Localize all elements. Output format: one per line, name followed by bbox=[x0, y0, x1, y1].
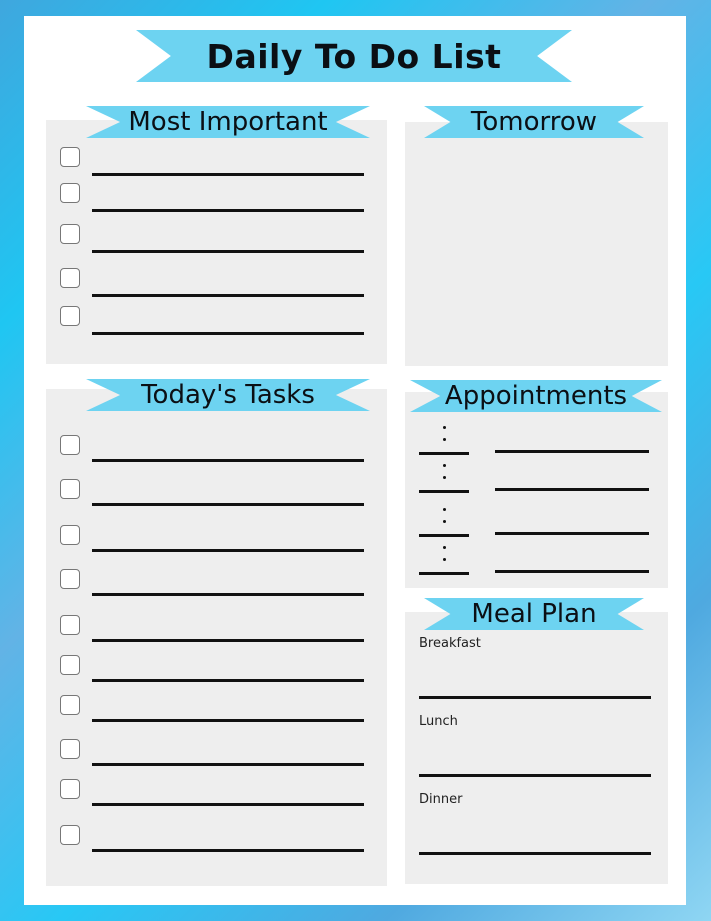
write-line[interactable] bbox=[92, 763, 364, 766]
time-colon-dot bbox=[443, 546, 446, 549]
write-line[interactable] bbox=[92, 679, 364, 682]
tomorrow-banner: Tomorrow bbox=[424, 106, 644, 138]
write-line[interactable] bbox=[92, 549, 364, 552]
write-line[interactable] bbox=[92, 639, 364, 642]
meal-line[interactable] bbox=[419, 774, 651, 777]
appointment-line[interactable] bbox=[495, 450, 649, 453]
checkbox[interactable] bbox=[60, 695, 80, 715]
write-line[interactable] bbox=[92, 593, 364, 596]
checkbox[interactable] bbox=[60, 779, 80, 799]
time-colon-dot bbox=[443, 438, 446, 441]
most-important-panel bbox=[46, 120, 387, 364]
time-colon-dot bbox=[443, 464, 446, 467]
meal-plan-panel: Breakfast Lunch Dinner bbox=[405, 612, 668, 884]
meal-label: Lunch bbox=[419, 714, 458, 729]
write-line[interactable] bbox=[92, 459, 364, 462]
checkbox[interactable] bbox=[60, 615, 80, 635]
meal-line[interactable] bbox=[419, 852, 651, 855]
checkbox[interactable] bbox=[60, 825, 80, 845]
checkbox[interactable] bbox=[60, 147, 80, 167]
write-line[interactable] bbox=[92, 294, 364, 297]
meal-label: Breakfast bbox=[419, 636, 481, 651]
time-colon-dot bbox=[443, 558, 446, 561]
checkbox[interactable] bbox=[60, 569, 80, 589]
most-important-banner: Most Important bbox=[86, 106, 370, 138]
checkbox[interactable] bbox=[60, 655, 80, 675]
meal-plan-heading: Meal Plan bbox=[471, 599, 597, 629]
checkbox[interactable] bbox=[60, 183, 80, 203]
checkbox[interactable] bbox=[60, 224, 80, 244]
time-line[interactable] bbox=[419, 452, 469, 455]
time-line[interactable] bbox=[419, 490, 469, 493]
checkbox[interactable] bbox=[60, 435, 80, 455]
todays-tasks-banner: Today's Tasks bbox=[86, 379, 370, 411]
time-colon-dot bbox=[443, 426, 446, 429]
checkbox[interactable] bbox=[60, 739, 80, 759]
write-line[interactable] bbox=[92, 719, 364, 722]
write-line[interactable] bbox=[92, 173, 364, 176]
meal-plan-banner: Meal Plan bbox=[424, 598, 644, 630]
time-line[interactable] bbox=[419, 572, 469, 575]
most-important-heading: Most Important bbox=[128, 107, 328, 137]
time-line[interactable] bbox=[419, 534, 469, 537]
write-line[interactable] bbox=[92, 332, 364, 335]
planner-page: Daily To Do List Most Important Tomorrow… bbox=[24, 16, 686, 905]
appointment-line[interactable] bbox=[495, 488, 649, 491]
tomorrow-panel[interactable] bbox=[405, 122, 668, 366]
checkbox[interactable] bbox=[60, 525, 80, 545]
appointment-line[interactable] bbox=[495, 532, 649, 535]
checkbox[interactable] bbox=[60, 268, 80, 288]
meal-line[interactable] bbox=[419, 696, 651, 699]
appointments-banner: Appointments bbox=[410, 380, 662, 412]
write-line[interactable] bbox=[92, 209, 364, 212]
time-colon-dot bbox=[443, 476, 446, 479]
time-colon-dot bbox=[443, 520, 446, 523]
tomorrow-heading: Tomorrow bbox=[470, 107, 598, 137]
appointment-line[interactable] bbox=[495, 570, 649, 573]
write-line[interactable] bbox=[92, 250, 364, 253]
checkbox[interactable] bbox=[60, 479, 80, 499]
title-banner: Daily To Do List bbox=[136, 30, 572, 82]
page-title: Daily To Do List bbox=[206, 36, 502, 76]
write-line[interactable] bbox=[92, 803, 364, 806]
write-line[interactable] bbox=[92, 849, 364, 852]
checkbox[interactable] bbox=[60, 306, 80, 326]
todays-tasks-heading: Today's Tasks bbox=[141, 380, 315, 410]
time-colon-dot bbox=[443, 508, 446, 511]
meal-label: Dinner bbox=[419, 792, 463, 807]
todays-tasks-panel bbox=[46, 389, 387, 886]
appointments-heading: Appointments bbox=[444, 381, 628, 411]
appointments-panel bbox=[405, 392, 668, 588]
write-line[interactable] bbox=[92, 503, 364, 506]
